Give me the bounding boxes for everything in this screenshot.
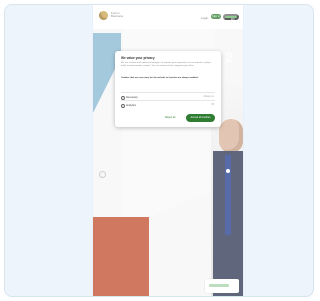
cookie-dialog-title: We value your privacy — [121, 56, 155, 60]
cookie-option-state: Always on — [203, 95, 214, 98]
preview-card: Forum Business Login Sign in EN 2 We val… — [4, 4, 314, 297]
reject-cookies-button[interactable]: Reject all — [165, 115, 175, 121]
cookie-dialog-text: We use cookies and similar technologies … — [121, 62, 212, 67]
cookie-dialog-emphasis: Cookies that are necessary for the websi… — [121, 77, 199, 79]
cookie-option-analytics[interactable]: Analytics Off — [121, 100, 215, 109]
modal-overlay — [93, 5, 243, 296]
accept-cookies-button[interactable]: Accept all cookies — [186, 114, 215, 122]
cookie-option-radio[interactable] — [121, 104, 125, 108]
cookie-option-label: Analytics — [126, 103, 137, 107]
cookie-option-label: Necessary — [126, 95, 138, 99]
cookie-option-state: Off — [210, 103, 214, 106]
cookie-consent-dialog: We value your privacy We use cookies and… — [115, 51, 221, 127]
